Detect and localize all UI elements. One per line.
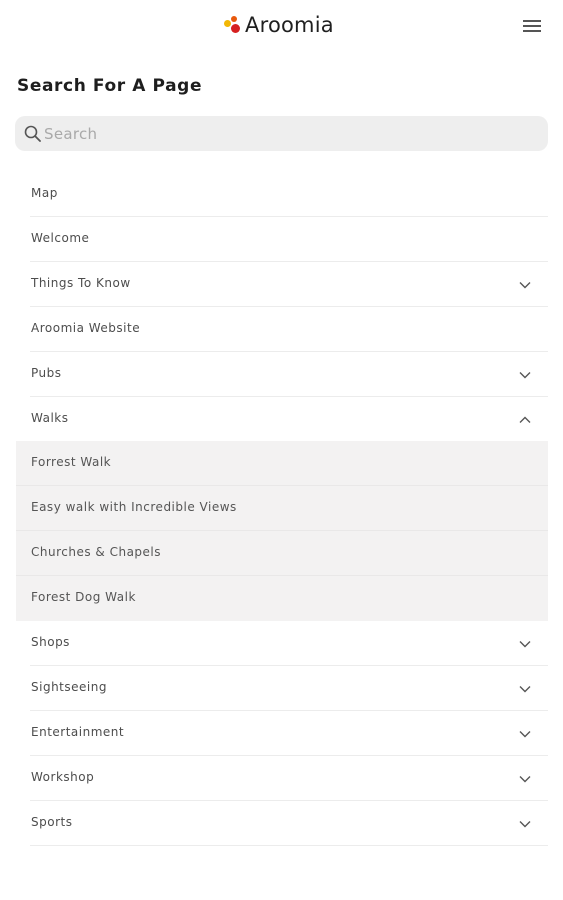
search-bar[interactable] bbox=[15, 116, 548, 151]
nav-item-label: Map bbox=[31, 186, 58, 200]
nav-item-workshop[interactable]: Workshop bbox=[30, 756, 548, 801]
page-list: Map Welcome Things To Know Aroomia Website P… bbox=[0, 172, 563, 846]
page-title: Search For A Page bbox=[17, 76, 203, 96]
chevron-down-icon[interactable] bbox=[518, 817, 532, 831]
brand-name: Aroomia bbox=[245, 13, 334, 37]
logo-dot-yellow bbox=[224, 20, 231, 27]
chevron-down-icon[interactable] bbox=[518, 637, 532, 651]
nav-item-map[interactable]: Map bbox=[30, 172, 548, 217]
nav-item-shops[interactable]: Shops bbox=[30, 621, 548, 666]
brand-logo[interactable]: Aroomia bbox=[222, 11, 334, 39]
sub-item-easy-walk-with-incredible-views[interactable]: Easy walk with Incredible Views bbox=[16, 486, 548, 531]
nav-item-sports[interactable]: Sports bbox=[30, 801, 548, 846]
chevron-down-icon[interactable] bbox=[518, 727, 532, 741]
sub-item-label: Forrest Walk bbox=[31, 455, 112, 469]
nav-item-walks[interactable]: Walks bbox=[30, 397, 548, 441]
sub-item-label: Easy walk with Incredible Views bbox=[31, 500, 237, 514]
chevron-up-icon[interactable] bbox=[518, 413, 532, 427]
nav-item-label: Pubs bbox=[31, 366, 62, 380]
nav-item-label: Aroomia Website bbox=[31, 321, 141, 335]
nav-item-aroomia-website[interactable]: Aroomia Website bbox=[30, 307, 548, 352]
sub-item-forest-dog-walk[interactable]: Forest Dog Walk bbox=[16, 576, 548, 621]
sub-item-label: Forest Dog Walk bbox=[31, 590, 136, 604]
logo-dots-icon bbox=[222, 15, 242, 35]
search-input[interactable] bbox=[44, 124, 524, 143]
nav-item-label: Sports bbox=[31, 815, 73, 829]
nav-item-label: Walks bbox=[31, 411, 69, 425]
logo-dot-red bbox=[231, 24, 240, 33]
nav-item-label: Things To Know bbox=[31, 276, 131, 290]
nav-item-pubs[interactable]: Pubs bbox=[30, 352, 548, 397]
sub-item-label: Churches & Chapels bbox=[31, 545, 162, 559]
menu-button[interactable] bbox=[518, 12, 546, 40]
search-icon bbox=[22, 124, 42, 144]
nav-item-label: Entertainment bbox=[31, 725, 125, 739]
nav-item-welcome[interactable]: Welcome bbox=[30, 217, 548, 262]
submenu-walks: Forrest Walk Easy walk with Incredible Vi… bbox=[16, 441, 548, 621]
nav-item-label: Welcome bbox=[31, 231, 90, 245]
hamburger-menu-icon bbox=[523, 20, 541, 32]
nav-item-label: Sightseeing bbox=[31, 680, 107, 694]
logo-dot-orange bbox=[231, 16, 237, 22]
nav-item-entertainment[interactable]: Entertainment bbox=[30, 711, 548, 756]
chevron-down-icon[interactable] bbox=[518, 772, 532, 786]
chevron-down-icon[interactable] bbox=[518, 278, 532, 292]
chevron-down-icon[interactable] bbox=[518, 682, 532, 696]
chevron-down-icon[interactable] bbox=[518, 368, 532, 382]
nav-item-label: Workshop bbox=[31, 770, 95, 784]
nav-item-things-to-know[interactable]: Things To Know bbox=[30, 262, 548, 307]
app-header: Aroomia bbox=[0, 0, 563, 52]
sub-item-churches-and-chapels[interactable]: Churches & Chapels bbox=[16, 531, 548, 576]
nav-item-sightseeing[interactable]: Sightseeing bbox=[30, 666, 548, 711]
sub-item-forrest-walk[interactable]: Forrest Walk bbox=[16, 441, 548, 486]
nav-item-label: Shops bbox=[31, 635, 70, 649]
